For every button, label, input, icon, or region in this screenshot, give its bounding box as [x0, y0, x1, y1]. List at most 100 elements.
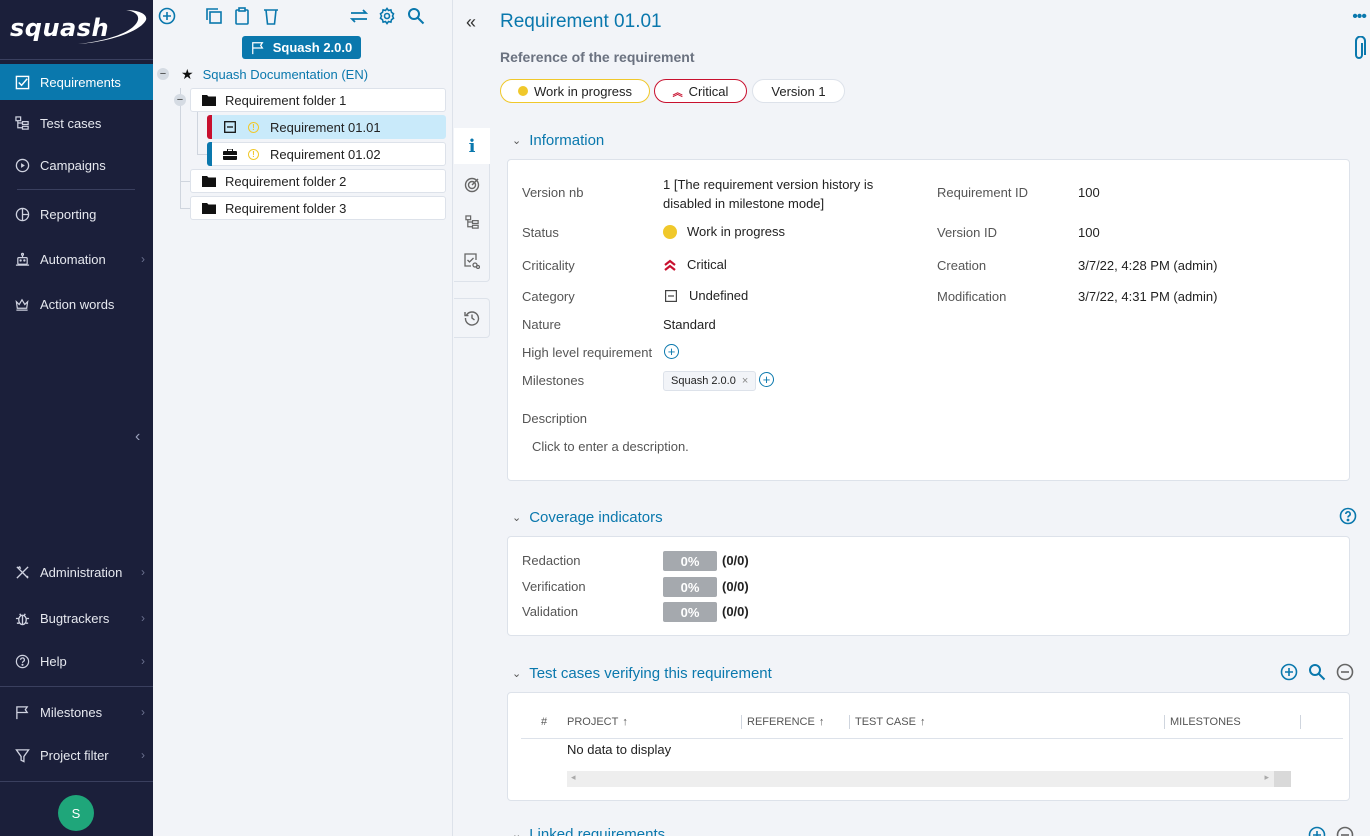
- critical-chevrons-icon: ︽: [672, 87, 683, 99]
- sidebar-item-test-cases[interactable]: Test cases: [0, 105, 153, 141]
- milestone-mode-badge[interactable]: Squash 2.0.0: [242, 36, 361, 59]
- squash-logo[interactable]: squash: [8, 6, 148, 46]
- remove-icon[interactable]: ×: [742, 375, 748, 387]
- field-label: Category: [522, 289, 575, 304]
- chevron-right-icon: ›: [141, 565, 145, 579]
- tab-tree[interactable]: [454, 204, 490, 240]
- milestone-chip: Squash 2.0.0 ×: [663, 371, 757, 391]
- scroll-right-icon[interactable]: ▸: [1264, 772, 1269, 783]
- section-test-cases-header[interactable]: ⌄ Test cases verifying this requirement: [512, 665, 772, 682]
- tree-node-folder[interactable]: Requirement folder 1: [190, 88, 446, 112]
- remove-linked-requirement-button[interactable]: [1336, 826, 1354, 836]
- section-linked-requirements-header[interactable]: ⌄ Linked requirements: [512, 826, 665, 836]
- tree-node-folder[interactable]: Requirement folder 3: [190, 196, 446, 220]
- tab-information[interactable]: i: [454, 128, 490, 164]
- search-icon[interactable]: [406, 6, 426, 26]
- column-resizer[interactable]: [1164, 715, 1165, 729]
- status-field[interactable]: Work in progress: [663, 224, 785, 239]
- version-pill[interactable]: Version 1: [752, 79, 845, 103]
- sidebar-item-administration[interactable]: Administration ›: [0, 554, 153, 590]
- column-resizer[interactable]: [741, 715, 742, 729]
- tree-node-requirement[interactable]: ! Requirement 01.01: [207, 115, 446, 139]
- collapse-sidebar-icon[interactable]: ‹: [135, 428, 140, 446]
- tab-history[interactable]: [454, 300, 490, 336]
- collapse-node-icon[interactable]: −: [174, 94, 186, 106]
- field-label: Description: [522, 411, 588, 426]
- column-label: PROJECT: [567, 716, 619, 728]
- folder-icon: [202, 175, 216, 187]
- sidebar-item-reporting[interactable]: Reporting: [0, 196, 153, 232]
- tree-project-node[interactable]: − ★ Squash Documentation (EN): [157, 65, 368, 83]
- sidebar-item-bugtrackers[interactable]: Bugtrackers ›: [0, 600, 153, 636]
- sidebar-item-requirements[interactable]: Requirements: [0, 64, 153, 100]
- add-linked-requirement-button[interactable]: [1308, 826, 1326, 836]
- tree-node-requirement[interactable]: ! Requirement 01.02: [207, 142, 446, 166]
- transfer-icon[interactable]: [349, 6, 369, 26]
- sidebar-item-label: Help: [40, 653, 67, 669]
- scroll-left-icon[interactable]: ◂: [571, 772, 576, 783]
- horizontal-scrollbar[interactable]: ◂ ▸: [567, 771, 1291, 787]
- field-label: High level requirement: [522, 345, 653, 360]
- search-test-case-button[interactable]: [1308, 663, 1326, 681]
- column-header-test-case[interactable]: TEST CASE ↑: [855, 716, 925, 728]
- criticality-field[interactable]: Critical: [663, 257, 727, 272]
- paste-icon[interactable]: [232, 6, 252, 26]
- tab-linked-test-cases[interactable]: [454, 243, 490, 279]
- attachment-icon[interactable]: [1352, 35, 1366, 65]
- add-test-case-button[interactable]: [1280, 663, 1298, 681]
- tree-node-label: Requirement folder 1: [225, 92, 347, 108]
- column-label: REFERENCE: [747, 716, 815, 728]
- tab-coverage[interactable]: [454, 167, 490, 203]
- nature-value[interactable]: Standard: [663, 317, 716, 332]
- help-icon[interactable]: [1339, 507, 1357, 528]
- sidebar-item-project-filter[interactable]: Project filter ›: [0, 737, 153, 773]
- chevron-down-icon: ⌄: [512, 668, 522, 680]
- coverage-label: Redaction: [522, 553, 581, 568]
- chevron-down-icon: ⌄: [512, 829, 522, 836]
- tree-line: [197, 154, 207, 155]
- divider: [0, 59, 153, 60]
- collapse-node-icon[interactable]: −: [157, 68, 169, 80]
- column-resizer[interactable]: [1300, 715, 1301, 729]
- collapse-tree-icon[interactable]: «: [466, 12, 476, 33]
- column-header-project[interactable]: PROJECT ↑: [567, 716, 628, 728]
- sidebar-item-label: Reporting: [40, 206, 97, 222]
- copy-icon[interactable]: [204, 6, 224, 26]
- sidebar-item-action-words[interactable]: Action words: [0, 286, 153, 322]
- category-undefined-icon: [665, 289, 677, 302]
- criticality-pill[interactable]: ︽ Critical: [654, 79, 747, 103]
- sidebar-item-milestones[interactable]: Milestones ›: [0, 694, 153, 730]
- tree-node-folder[interactable]: Requirement folder 2: [190, 169, 446, 193]
- sidebar-item-label: Bugtrackers: [40, 610, 110, 626]
- sidebar-item-campaigns[interactable]: Campaigns: [0, 147, 153, 183]
- delete-icon[interactable]: [261, 6, 281, 26]
- column-resizer[interactable]: [849, 715, 850, 729]
- section-title: Coverage indicators: [529, 509, 663, 526]
- add-icon[interactable]: [157, 6, 177, 26]
- field-label: Creation: [937, 258, 987, 273]
- section-coverage-header[interactable]: ⌄ Coverage indicators: [512, 509, 663, 526]
- description-editor[interactable]: Click to enter a description.: [532, 439, 689, 454]
- sidebar-item-automation[interactable]: Automation ›: [0, 241, 153, 277]
- column-header-milestones[interactable]: MILESTONES: [1170, 716, 1241, 728]
- status-pill[interactable]: Work in progress: [500, 79, 650, 103]
- sidebar-item-help[interactable]: Help ›: [0, 643, 153, 679]
- add-high-level-requirement-button[interactable]: +: [664, 344, 679, 359]
- status-dot-icon: [663, 224, 677, 239]
- remove-test-case-button[interactable]: [1336, 663, 1354, 681]
- coverage-count: (0/0): [722, 604, 749, 619]
- criticality-bar: [207, 115, 212, 139]
- coverage-count: (0/0): [722, 579, 749, 594]
- more-options-icon[interactable]: •••: [1352, 8, 1367, 26]
- requirement-reference[interactable]: Reference of the requirement: [500, 49, 695, 65]
- gear-icon[interactable]: [377, 6, 397, 26]
- flag-icon: [14, 704, 30, 720]
- section-information-header[interactable]: ⌄ Information: [512, 132, 604, 149]
- add-milestone-button[interactable]: +: [759, 372, 774, 387]
- column-header-reference[interactable]: REFERENCE ↑: [747, 716, 824, 728]
- sidebar-item-label: Project filter: [40, 747, 109, 763]
- requirement-id-value: 100: [1078, 185, 1100, 200]
- checklist-link-icon: [464, 253, 480, 269]
- user-avatar[interactable]: S: [58, 795, 94, 831]
- category-field[interactable]: Undefined: [665, 288, 748, 303]
